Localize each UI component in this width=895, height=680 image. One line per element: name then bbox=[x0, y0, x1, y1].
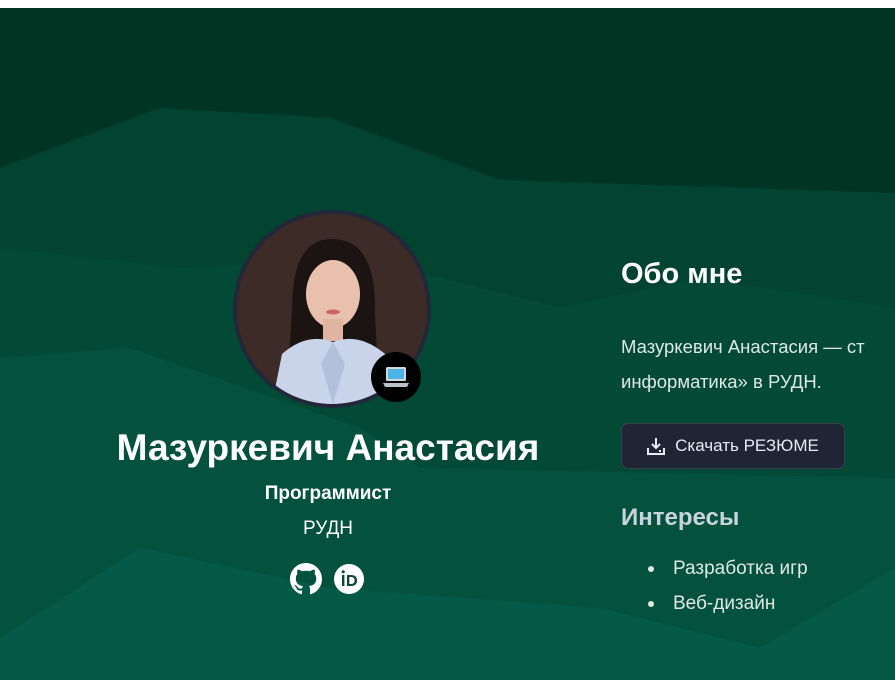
about-title: Обо мне bbox=[621, 258, 743, 290]
about-text-line: Мазуркевич Анастасия — ст bbox=[621, 336, 865, 357]
download-resume-button[interactable]: Скачать РЕЗЮМЕ bbox=[621, 423, 845, 469]
profile-name: Мазуркевич Анастасия bbox=[116, 427, 540, 468]
profile-role: Программист bbox=[264, 483, 392, 504]
about-text-line: информатика» в РУДН. bbox=[621, 371, 822, 392]
interests-list: Разработка игр Веб-дизайн bbox=[648, 556, 808, 626]
laptop-icon bbox=[371, 352, 421, 402]
list-item: Разработка игр bbox=[648, 556, 808, 591]
avatar-container bbox=[233, 210, 431, 408]
about-text: Мазуркевич Анастасия — ст информатика» в… bbox=[621, 329, 895, 399]
profile-organization: РУДН bbox=[302, 518, 354, 539]
orcid-icon[interactable] bbox=[333, 563, 365, 600]
download-icon bbox=[647, 438, 666, 455]
list-item: Веб-дизайн bbox=[648, 591, 808, 626]
github-icon[interactable] bbox=[290, 563, 322, 600]
interests-title: Интересы bbox=[621, 504, 740, 531]
download-resume-label: Скачать РЕЗЮМЕ bbox=[675, 436, 819, 455]
